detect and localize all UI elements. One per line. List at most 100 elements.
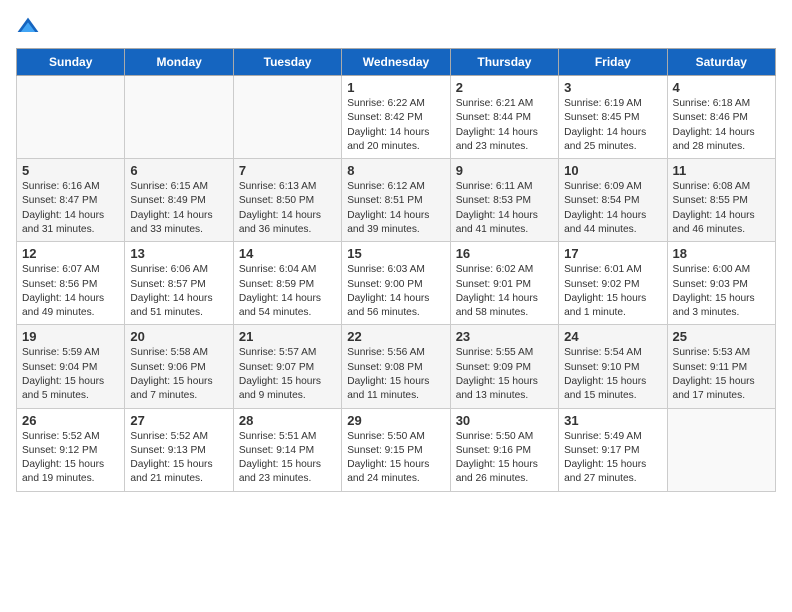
day-number: 15 (347, 246, 444, 261)
day-cell: 9 Sunrise: 6:11 AMSunset: 8:53 PMDaylight… (450, 159, 558, 242)
day-cell: 16Sunrise: 6:02 AMSunset: 9:01 PMDayligh… (450, 242, 558, 325)
day-number: 31 (564, 413, 661, 428)
day-cell: 3 Sunrise: 6:19 AMSunset: 8:45 PMDaylight… (559, 76, 667, 159)
day-cell: 8 Sunrise: 6:12 AMSunset: 8:51 PMDaylight… (342, 159, 450, 242)
day-number: 30 (456, 413, 553, 428)
calendar-table: SundayMondayTuesdayWednesdayThursdayFrid… (16, 48, 776, 492)
day-cell: 14 Sunrise: 6:04 AMSunset: 8:59 PMDayligh… (233, 242, 341, 325)
day-number: 2 (456, 80, 553, 95)
day-info: Sunrise: 6:21 AMSunset: 8:44 PMDaylight:… (456, 97, 553, 154)
day-info: Sunrise: 5:57 AMSunset: 9:07 PMDaylight:… (239, 346, 336, 403)
day-cell: 1Sunrise: 6:22 AMSunset: 8:42 PMDaylight… (342, 76, 450, 159)
day-cell: 25Sunrise: 5:53 AMSunset: 9:11 PMDayligh… (667, 325, 775, 408)
day-info: Sunrise: 5:52 AMSunset: 9:13 PMDaylight:… (130, 430, 227, 487)
day-info: Sunrise: 6:02 AMSunset: 9:01 PMDaylight:… (456, 263, 553, 320)
day-info: Sunrise: 6:11 AMSunset: 8:53 PMDaylight:… (456, 180, 553, 237)
day-cell: 7Sunrise: 6:13 AMSunset: 8:50 PMDaylight… (233, 159, 341, 242)
day-info: Sunrise: 6:03 AMSunset: 9:00 PMDaylight:… (347, 263, 444, 320)
day-info: Sunrise: 6:06 AMSunset: 8:57 PMDaylight:… (130, 263, 227, 320)
col-header-tuesday: Tuesday (233, 49, 341, 76)
day-number: 12 (22, 246, 119, 261)
day-number: 18 (673, 246, 770, 261)
day-cell: 26Sunrise: 5:52 AMSunset: 9:12 PMDayligh… (17, 408, 125, 491)
day-info: Sunrise: 6:09 AMSunset: 8:54 PMDaylight:… (564, 180, 661, 237)
day-info: Sunrise: 5:56 AMSunset: 9:08 PMDaylight:… (347, 346, 444, 403)
day-number: 24 (564, 329, 661, 344)
day-info: Sunrise: 5:58 AMSunset: 9:06 PMDaylight:… (130, 346, 227, 403)
day-cell: 13 Sunrise: 6:06 AMSunset: 8:57 PMDayligh… (125, 242, 233, 325)
day-cell: 5Sunrise: 6:16 AMSunset: 8:47 PMDaylight… (17, 159, 125, 242)
day-number: 13 (130, 246, 227, 261)
day-info: Sunrise: 5:55 AMSunset: 9:09 PMDaylight:… (456, 346, 553, 403)
day-info: Sunrise: 6:13 AMSunset: 8:50 PMDaylight:… (239, 180, 336, 237)
week-row-3: 12 Sunrise: 6:07 AMSunset: 8:56 PMDayligh… (17, 242, 776, 325)
logo (16, 16, 44, 40)
day-cell: 11 Sunrise: 6:08 AMSunset: 8:55 PMDayligh… (667, 159, 775, 242)
day-number: 10 (564, 163, 661, 178)
day-cell: 23 Sunrise: 5:55 AMSunset: 9:09 PMDayligh… (450, 325, 558, 408)
day-info: Sunrise: 6:15 AMSunset: 8:49 PMDaylight:… (130, 180, 227, 237)
day-cell: 6 Sunrise: 6:15 AMSunset: 8:49 PMDaylight… (125, 159, 233, 242)
day-number: 19 (22, 329, 119, 344)
day-info: Sunrise: 5:54 AMSunset: 9:10 PMDaylight:… (564, 346, 661, 403)
day-cell: 24 Sunrise: 5:54 AMSunset: 9:10 PMDayligh… (559, 325, 667, 408)
day-info: Sunrise: 6:04 AMSunset: 8:59 PMDaylight:… (239, 263, 336, 320)
col-header-friday: Friday (559, 49, 667, 76)
day-info: Sunrise: 6:01 AMSunset: 9:02 PMDaylight:… (564, 263, 661, 320)
day-info: Sunrise: 5:52 AMSunset: 9:12 PMDaylight:… (22, 430, 119, 487)
day-info: Sunrise: 6:12 AMSunset: 8:51 PMDaylight:… (347, 180, 444, 237)
week-row-1: 1Sunrise: 6:22 AMSunset: 8:42 PMDaylight… (17, 76, 776, 159)
day-number: 27 (130, 413, 227, 428)
day-number: 17 (564, 246, 661, 261)
day-number: 23 (456, 329, 553, 344)
day-number: 4 (673, 80, 770, 95)
day-info: Sunrise: 5:50 AMSunset: 9:15 PMDaylight:… (347, 430, 444, 487)
week-row-5: 26Sunrise: 5:52 AMSunset: 9:12 PMDayligh… (17, 408, 776, 491)
col-header-monday: Monday (125, 49, 233, 76)
day-cell: 27 Sunrise: 5:52 AMSunset: 9:13 PMDayligh… (125, 408, 233, 491)
day-cell (125, 76, 233, 159)
day-number: 22 (347, 329, 444, 344)
day-cell: 31Sunrise: 5:49 AMSunset: 9:17 PMDayligh… (559, 408, 667, 491)
week-row-2: 5Sunrise: 6:16 AMSunset: 8:47 PMDaylight… (17, 159, 776, 242)
col-header-wednesday: Wednesday (342, 49, 450, 76)
day-cell: 21 Sunrise: 5:57 AMSunset: 9:07 PMDayligh… (233, 325, 341, 408)
day-cell: 18 Sunrise: 6:00 AMSunset: 9:03 PMDayligh… (667, 242, 775, 325)
day-cell (233, 76, 341, 159)
day-info: Sunrise: 6:19 AMSunset: 8:45 PMDaylight:… (564, 97, 661, 154)
day-number: 3 (564, 80, 661, 95)
day-number: 25 (673, 329, 770, 344)
day-number: 6 (130, 163, 227, 178)
day-info: Sunrise: 6:07 AMSunset: 8:56 PMDaylight:… (22, 263, 119, 320)
day-info: Sunrise: 6:00 AMSunset: 9:03 PMDaylight:… (673, 263, 770, 320)
day-cell: 22 Sunrise: 5:56 AMSunset: 9:08 PMDayligh… (342, 325, 450, 408)
day-cell (17, 76, 125, 159)
logo-icon (16, 16, 40, 40)
col-header-thursday: Thursday (450, 49, 558, 76)
day-cell: 30 Sunrise: 5:50 AMSunset: 9:16 PMDayligh… (450, 408, 558, 491)
day-info: Sunrise: 6:18 AMSunset: 8:46 PMDaylight:… (673, 97, 770, 154)
day-info: Sunrise: 5:50 AMSunset: 9:16 PMDaylight:… (456, 430, 553, 487)
day-number: 1 (347, 80, 444, 95)
day-cell (667, 408, 775, 491)
day-info: Sunrise: 6:08 AMSunset: 8:55 PMDaylight:… (673, 180, 770, 237)
day-number: 29 (347, 413, 444, 428)
day-info: Sunrise: 6:16 AMSunset: 8:47 PMDaylight:… (22, 180, 119, 237)
day-number: 14 (239, 246, 336, 261)
day-cell: 28 Sunrise: 5:51 AMSunset: 9:14 PMDayligh… (233, 408, 341, 491)
day-number: 8 (347, 163, 444, 178)
week-row-4: 19Sunrise: 5:59 AMSunset: 9:04 PMDayligh… (17, 325, 776, 408)
day-number: 11 (673, 163, 770, 178)
calendar-body: 1Sunrise: 6:22 AMSunset: 8:42 PMDaylight… (17, 76, 776, 492)
day-number: 28 (239, 413, 336, 428)
day-number: 20 (130, 329, 227, 344)
day-info: Sunrise: 5:51 AMSunset: 9:14 PMDaylight:… (239, 430, 336, 487)
day-number: 9 (456, 163, 553, 178)
day-cell: 15 Sunrise: 6:03 AMSunset: 9:00 PMDayligh… (342, 242, 450, 325)
col-header-sunday: Sunday (17, 49, 125, 76)
col-header-saturday: Saturday (667, 49, 775, 76)
day-number: 21 (239, 329, 336, 344)
day-cell: 4 Sunrise: 6:18 AMSunset: 8:46 PMDaylight… (667, 76, 775, 159)
day-cell: 17 Sunrise: 6:01 AMSunset: 9:02 PMDayligh… (559, 242, 667, 325)
calendar-header-row: SundayMondayTuesdayWednesdayThursdayFrid… (17, 49, 776, 76)
